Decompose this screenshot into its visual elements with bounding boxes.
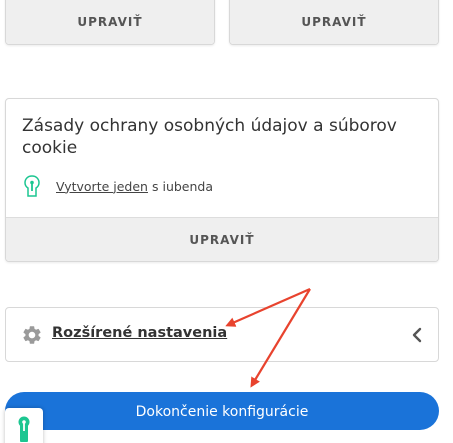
gear-icon bbox=[23, 326, 41, 344]
iubenda-keyhole-icon bbox=[24, 175, 40, 197]
chevron-left-icon bbox=[412, 327, 422, 343]
privacy-card-title: Zásady ochrany osobných údajov a súborov… bbox=[22, 116, 397, 158]
privacy-policy-card: Zásady ochrany osobných údajov a súborov… bbox=[5, 98, 439, 262]
advanced-settings-toggle[interactable]: Rozšírené nastavenia bbox=[5, 307, 439, 362]
advanced-settings-label: Rozšírené nastavenia bbox=[52, 325, 228, 341]
iubenda-badge-icon bbox=[18, 416, 30, 442]
top-right-card: UPRAVIŤ bbox=[229, 0, 439, 45]
top-right-edit-button[interactable]: UPRAVIŤ bbox=[230, 0, 438, 44]
iubenda-link-row: Vytvorte jeden s iubenda bbox=[24, 175, 213, 197]
create-one-link[interactable]: Vytvorte jeden bbox=[56, 179, 148, 194]
configuration-page: UPRAVIŤ UPRAVIŤ Zásady ochrany osobných … bbox=[0, 0, 453, 443]
iubenda-link-suffix: s iubenda bbox=[151, 178, 214, 194]
privacy-edit-button[interactable]: UPRAVIŤ bbox=[6, 217, 438, 261]
top-left-card: UPRAVIŤ bbox=[5, 0, 215, 45]
finish-configuration-button[interactable]: Dokončenie konfigurácie bbox=[5, 392, 439, 430]
iubenda-floating-badge[interactable] bbox=[5, 408, 43, 443]
top-left-edit-button[interactable]: UPRAVIŤ bbox=[6, 0, 214, 44]
